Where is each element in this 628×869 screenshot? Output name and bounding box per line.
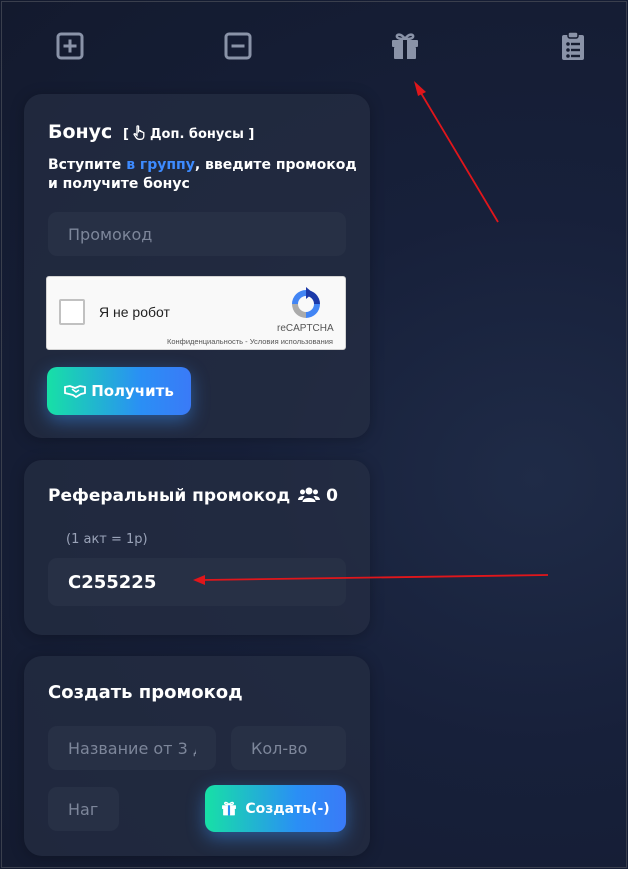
referral-title: Реферальный промокод xyxy=(48,486,291,506)
promo-reward-input[interactable] xyxy=(48,787,119,831)
handshake-icon xyxy=(64,385,87,398)
top-nav xyxy=(0,30,628,64)
hand-pointer-icon xyxy=(133,125,145,140)
bonus-card: Бонус [ Доп. бонусы ] Вступите в группу,… xyxy=(24,94,370,438)
referral-code-field[interactable]: C255225 xyxy=(48,558,346,606)
recaptcha-links: Конфиденциальность - Условия использован… xyxy=(167,337,333,346)
recaptcha-privacy-link[interactable]: Конфиденциальность xyxy=(167,337,243,346)
referral-title-row: Реферальный промокод 0 xyxy=(48,486,338,506)
group-link[interactable]: в группу xyxy=(126,157,195,173)
extra-bonus-link[interactable]: [ Доп. бонусы ] xyxy=(123,125,254,142)
recaptcha-brand: reCAPTCHA xyxy=(277,323,334,334)
referral-count: 0 xyxy=(326,486,338,506)
bonus-description: Вступите в группу, введите промокод и по… xyxy=(48,157,357,192)
create-promo-button[interactable]: Создать(-) xyxy=(205,785,346,832)
recaptcha-checkbox[interactable] xyxy=(59,299,85,325)
recaptcha-terms-link[interactable]: Условия использования xyxy=(250,337,333,346)
gift-icon xyxy=(392,33,418,59)
clipboard-list-icon xyxy=(562,31,584,60)
promo-name-input[interactable] xyxy=(48,726,216,770)
bonus-title: Бонус xyxy=(48,121,113,143)
recaptcha-logo-icon xyxy=(292,287,320,318)
get-bonus-button[interactable]: Получить xyxy=(47,367,191,415)
recaptcha-label: Я не робот xyxy=(99,304,170,320)
users-icon xyxy=(298,487,321,502)
recaptcha-widget: Я не робот reCAPTCHA Конфиденциальность … xyxy=(46,276,346,350)
gift-icon xyxy=(222,801,237,816)
referral-rate: (1 акт = 1р) xyxy=(66,532,148,547)
nav-item-add[interactable] xyxy=(54,30,86,62)
referral-card: Реферальный промокод 0 (1 акт = 1р) C255… xyxy=(24,460,370,635)
minus-square-icon xyxy=(224,32,252,60)
nav-item-subtract[interactable] xyxy=(222,30,254,62)
nav-item-tasks[interactable] xyxy=(557,30,589,62)
bonus-title-row: Бонус [ Доп. бонусы ] xyxy=(48,121,254,143)
nav-item-gift[interactable] xyxy=(389,30,421,62)
create-promo-title: Создать промокод xyxy=(48,682,243,703)
promo-quantity-input[interactable] xyxy=(231,726,346,770)
promo-code-input[interactable] xyxy=(48,212,346,256)
plus-square-icon xyxy=(56,32,84,60)
create-promo-card: Создать промокод Создать(-) xyxy=(24,656,370,856)
